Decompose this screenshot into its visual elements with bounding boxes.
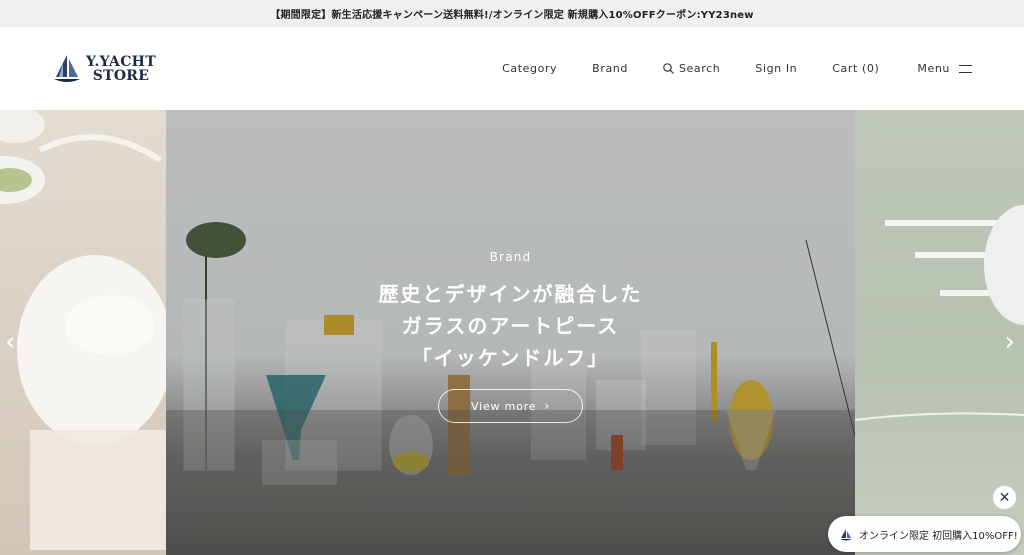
logo[interactable]: Y.YACHT STORE xyxy=(52,53,156,85)
nav-brand[interactable]: Brand xyxy=(592,62,628,75)
coupon-banner[interactable]: オンライン限定 初回購入10%OFF! xyxy=(828,516,1021,552)
coupon-text: オンライン限定 初回購入10%OFF! xyxy=(859,530,1018,542)
hero-carousel: Brand 歴史とデザインが融合した ガラスのアートピース 「イッケンドルフ」 … xyxy=(0,110,1024,555)
nav-search[interactable]: Search xyxy=(663,62,720,75)
announcement-bar: 【期間限定】新生活応援キャンペーン送料無料!/オンライン限定 新規購入10%OF… xyxy=(0,0,1024,27)
nav-category[interactable]: Category xyxy=(502,62,557,75)
chevron-right-icon: › xyxy=(544,399,550,413)
hamburger-icon xyxy=(959,64,972,73)
announcement-text: 【期間限定】新生活応援キャンペーン送料無料!/オンライン限定 新規購入10%OF… xyxy=(270,10,754,21)
search-icon xyxy=(663,63,674,74)
site-header: Y.YACHT STORE Category Brand Search Sign… xyxy=(0,27,1024,110)
hero-title: 歴史とデザインが融合した ガラスのアートピース 「イッケンドルフ」 xyxy=(378,282,643,370)
teapot-image xyxy=(0,110,173,550)
hero-eyebrow: Brand xyxy=(489,250,532,264)
popup-close-button[interactable]: ✕ xyxy=(992,485,1017,510)
main-nav: Category Brand Search Sign In Cart (0) M… xyxy=(502,27,972,110)
nav-menu[interactable]: Menu xyxy=(917,62,972,75)
sailboat-logo-icon xyxy=(54,54,80,82)
carousel-prev-arrow[interactable]: ‹ xyxy=(5,329,15,355)
logo-text: Y.YACHT STORE xyxy=(86,53,156,84)
nav-cart[interactable]: Cart (0) xyxy=(832,62,879,75)
view-more-button[interactable]: View more › xyxy=(438,389,583,423)
nav-signin[interactable]: Sign In xyxy=(755,62,797,75)
carousel-next-arrow[interactable]: › xyxy=(1005,329,1015,355)
slide-prev-image xyxy=(0,110,173,555)
sailboat-icon xyxy=(840,528,852,540)
hero-content: Brand 歴史とデザインが融合した ガラスのアートピース 「イッケンドルフ」 xyxy=(166,250,855,374)
slide-active: Brand 歴史とデザインが融合した ガラスのアートピース 「イッケンドルフ」 … xyxy=(166,110,855,555)
